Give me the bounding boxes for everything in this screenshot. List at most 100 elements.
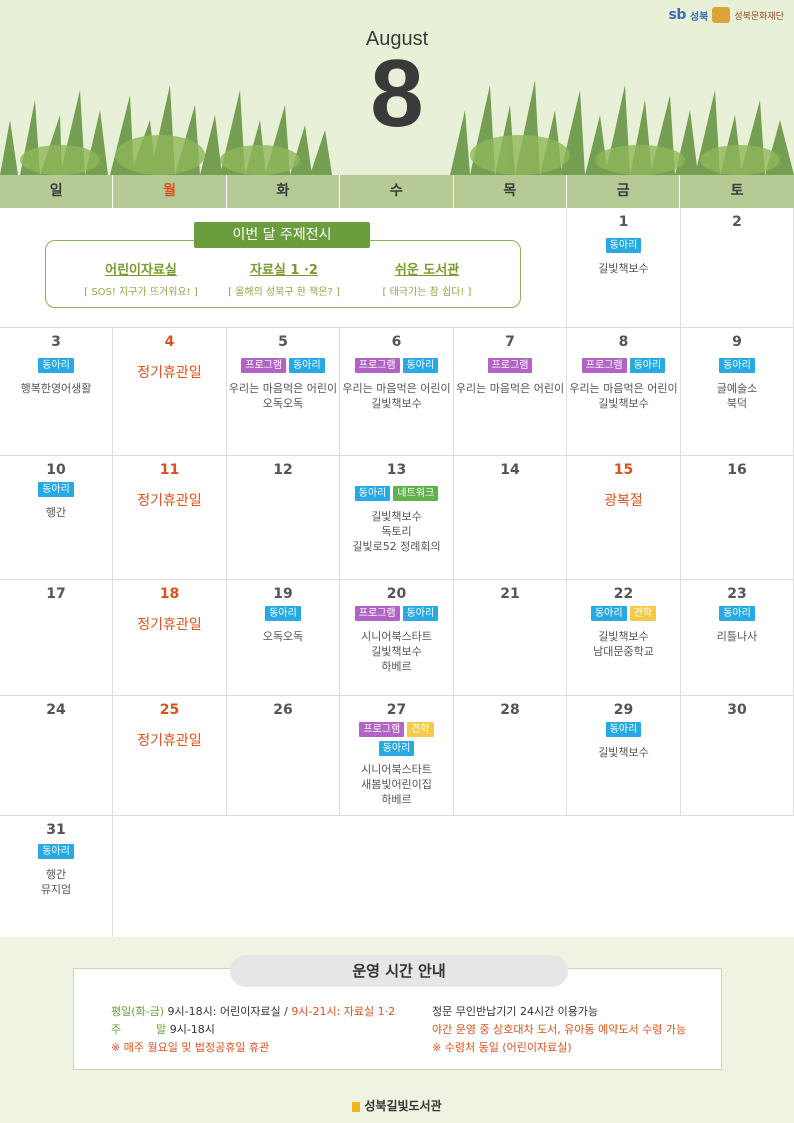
day-number: 31 [46, 822, 66, 838]
tag-program: 프로그램 [354, 358, 400, 373]
tag-club: 동아리 [378, 741, 415, 756]
event-text: 하베르 [381, 793, 412, 806]
day-number: 14 [500, 462, 520, 478]
day-cell-3: 3 동아리 행복한영어생활 [0, 328, 113, 456]
day-cell-16: 16 [681, 456, 794, 580]
day-cell-19: 19 동아리 오독오독 [227, 580, 340, 696]
day-number: 19 [273, 586, 293, 602]
day-number: 4 [164, 334, 175, 350]
day-number: 21 [500, 586, 520, 602]
day-number: 9 [732, 334, 742, 350]
day-number: 24 [46, 702, 66, 718]
event-text: 오독오독 [262, 397, 304, 410]
day-number: 28 [500, 702, 520, 718]
day-cell-15: 15 광복절 [567, 456, 681, 580]
tag-club: 동아리 [38, 844, 74, 859]
tag-club: 동아리 [719, 358, 755, 373]
day-number: 25 [159, 702, 180, 718]
day-cell-20: 20 프로그램 동아리 시니어북스타트 길빛책보수 하베르 [340, 580, 454, 696]
month-number: 8 [370, 40, 424, 147]
tag-program: 프로그램 [241, 358, 287, 373]
event-text: 새봄빛어린이집 [361, 778, 432, 791]
day-cell-17: 17 [0, 580, 113, 696]
day-cell-9: 9 동아리 글예술소 북덕 [681, 328, 794, 456]
day-number: 13 [386, 462, 407, 478]
day-number: 23 [727, 586, 747, 602]
day-number: 18 [159, 586, 180, 602]
day-cell-22: 22 동아리 견학 길빛책보수 남대문중학교 [567, 580, 681, 696]
day-cell-14: 14 [454, 456, 567, 580]
tag-program: 프로그램 [581, 358, 627, 373]
theme-item-name: 어린이자료실 [105, 263, 177, 278]
day-number: 15 [613, 462, 634, 478]
closed-label: 정기휴관일 [137, 493, 202, 509]
event-text: 우리는 마음먹은 어린이 [342, 382, 451, 395]
event-text: 리틀나사 [716, 630, 758, 643]
day-cell-27: 27 프로그램 견학 동아리 시니어북스타트 새봄빛어린이집 하베르 [340, 696, 454, 816]
return-note: 정문 무인반납기기 24시간 이용가능 [432, 1005, 599, 1018]
tag-club: 동아리 [402, 606, 439, 621]
event-text: 우리는 마음먹은 어린이 [455, 382, 565, 395]
tag-club: 동아리 [38, 482, 74, 497]
tag-club: 동아리 [719, 606, 755, 621]
day-number: 29 [613, 702, 634, 718]
event-text: 시니어북스타트 [361, 630, 432, 643]
event-text: 뮤지엄 [40, 883, 72, 896]
closed-note: ※ 매주 월요일 및 법정공휴일 휴관 [111, 1041, 270, 1054]
day-cell-6: 6 프로그램 동아리 우리는 마음먹은 어린이 길빛책보수 [340, 328, 454, 456]
event-text: 오독오독 [262, 630, 304, 643]
day-number: 30 [727, 702, 747, 718]
event-text: 우리는 마음먹은 어린이 [569, 382, 678, 395]
theme-exhibition-box: 이번 달 주제전시 어린이자료실 [ SOS! 지구가 뜨거워요! ] 자료실 … [45, 222, 521, 308]
closed-label: 정기휴관일 [137, 733, 202, 749]
event-text: 길빛책보수 [598, 262, 649, 275]
calendar-grid: 이번 달 주제전시 어린이자료실 [ SOS! 지구가 뜨거워요! ] 자료실 … [0, 208, 794, 937]
day-number: 20 [386, 586, 407, 602]
weekday-mon: 월 [113, 175, 227, 208]
weekday-sat: 토 [730, 183, 744, 199]
tag-club: 동아리 [605, 722, 642, 737]
event-text: 길빛책보수 [371, 645, 422, 658]
library-logo-icon [352, 1101, 361, 1112]
day-cell-21: 21 [454, 580, 567, 696]
theme-item-sub: [ 올해의 성북구 한 책은? ] [228, 287, 340, 298]
pickup-note: ※ 수령처 동일 (어린이자료실) [432, 1041, 572, 1054]
event-text: 남대문중학교 [593, 645, 654, 658]
event-text: 길빛책보수 [598, 397, 649, 410]
theme-item-name: 자료실 1 ·2 [250, 263, 318, 278]
header: sb 성북 성북문화재단 August 8 [0, 0, 794, 175]
weekday-header: 일 월 화 수 목 금 토 [0, 175, 794, 208]
day-number: 17 [46, 586, 66, 602]
day-number: 10 [46, 462, 66, 478]
tag-club: 동아리 [590, 606, 627, 621]
theme-title: 이번 달 주제전시 [194, 222, 370, 248]
theme-item: 쉬운 도서관 [ 태극기는 참 쉽다! ] [352, 259, 502, 298]
day-number: 16 [727, 462, 747, 478]
day-cell-30: 30 [681, 696, 794, 816]
tag-club: 동아리 [354, 486, 391, 501]
hours-right: 정문 무인반납기기 24시간 이용가능 야간 운영 중 상호대차 도서, 유아동… [432, 1003, 686, 1057]
day-cell-26: 26 [227, 696, 340, 816]
event-text: 시니어북스타트 [361, 763, 432, 776]
event-text: 행간 [45, 506, 67, 519]
tag-club: 동아리 [265, 606, 301, 621]
hours-separator: / [280, 1005, 292, 1018]
weekday-hours-2: 9시-21시: 자료실 1·2 [291, 1005, 396, 1018]
theme-item: 자료실 1 ·2 [ 올해의 성북구 한 책은? ] [209, 259, 359, 298]
event-text: 하베르 [381, 660, 412, 673]
tag-club: 동아리 [402, 358, 439, 373]
hours-left: 평일(화-금) 9시-18시: 어린이자료실 / 9시-21시: 자료실 1·2… [111, 1003, 395, 1057]
event-text: 독토리 [381, 525, 412, 538]
foundation-name: 성북문화재단 [734, 11, 784, 22]
sb-logo: sb [668, 7, 687, 23]
logos: sb 성북 성북문화재단 [669, 7, 784, 23]
sb-logo-sub: 성북 [689, 11, 709, 23]
day-cell-7: 7 프로그램 우리는 마음먹은 어린이 [454, 328, 567, 456]
day-cell-24: 24 [0, 696, 113, 816]
day-cell-4: 4 정기휴관일 [113, 328, 227, 456]
tag-club: 동아리 [289, 358, 325, 373]
day-number: 12 [273, 462, 293, 478]
day-cell-8: 8 프로그램 동아리 우리는 마음먹은 어린이 길빛책보수 [567, 328, 681, 456]
weekday-tue: 화 [227, 175, 341, 208]
footer: 성북길빛도서관 [0, 1097, 794, 1114]
